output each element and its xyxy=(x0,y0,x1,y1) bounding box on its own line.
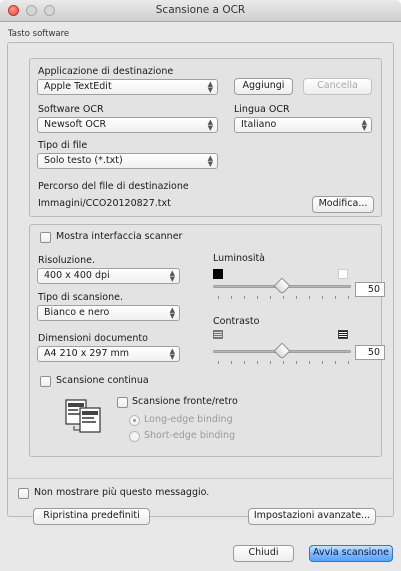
contrast-label: Contrasto xyxy=(213,316,260,327)
destination-app-label: Applicazione di destinazione xyxy=(38,66,174,77)
resolution-label: Risoluzione. xyxy=(38,255,95,266)
resolution-select[interactable]: 400 x 400 dpi ▲ ▼ xyxy=(37,268,180,284)
high-contrast-icon xyxy=(338,330,348,339)
select-arrows-icon: ▲ ▼ xyxy=(207,80,213,94)
long-edge-binding-label: Long-edge binding xyxy=(144,414,233,425)
dont-show-again-label: Non mostrare più questo messaggio. xyxy=(34,487,210,498)
ocr-software-value: Newsoft OCR xyxy=(44,119,107,130)
destination-path-label: Percorso del file di destinazione xyxy=(38,181,189,192)
ocr-software-select[interactable]: Newsoft OCR ▲ ▼ xyxy=(37,117,218,133)
select-arrows-icon: ▲ ▼ xyxy=(169,347,175,361)
ocr-language-select[interactable]: Italiano ▲ ▼ xyxy=(234,117,372,133)
file-type-select[interactable]: Solo testo (*.txt) ▲ ▼ xyxy=(37,153,218,169)
brightness-label: Luminosità xyxy=(213,253,266,264)
select-arrows-icon: ▲ ▼ xyxy=(207,154,213,168)
delete-button[interactable]: Cancella xyxy=(303,78,372,95)
modify-button[interactable]: Modifica... xyxy=(312,196,374,213)
add-button[interactable]: Aggiungi xyxy=(234,78,293,95)
select-arrows-icon: ▲ ▼ xyxy=(169,269,175,283)
short-edge-binding-radio[interactable] xyxy=(129,431,140,442)
destination-app-select[interactable]: Apple TextEdit ▲ ▼ xyxy=(37,79,218,95)
continuous-scan-label: Scansione continua xyxy=(56,375,149,386)
scan-type-select[interactable]: Bianco e nero ▲ ▼ xyxy=(37,305,180,321)
duplex-scan-label: Scansione fronte/retro xyxy=(132,396,238,407)
low-contrast-icon xyxy=(213,330,223,339)
advanced-settings-button[interactable]: Impostazioni avanzate... xyxy=(248,508,376,525)
duplex-scan-icon xyxy=(65,399,101,433)
ocr-software-label: Software OCR xyxy=(38,104,104,115)
restore-defaults-button[interactable]: Ripristina predefiniti xyxy=(33,508,150,525)
ocr-language-value: Italiano xyxy=(241,119,277,130)
dont-show-again-checkbox[interactable] xyxy=(18,488,29,499)
contrast-value-field[interactable]: 50 xyxy=(355,345,385,360)
title-bar: Scansione a OCR xyxy=(0,0,401,22)
window-title: Scansione a OCR xyxy=(155,4,246,16)
brightness-value-field[interactable]: 50 xyxy=(355,282,385,297)
destination-app-value: Apple TextEdit xyxy=(44,81,112,92)
close-button[interactable]: Chiudi xyxy=(233,545,294,562)
duplex-scan-checkbox[interactable] xyxy=(117,397,128,408)
show-scanner-interface-label: Mostra interfaccia scanner xyxy=(56,231,183,242)
document-size-label: Dimensioni documento xyxy=(38,333,148,344)
scan-type-value: Bianco e nero xyxy=(44,307,110,318)
software-tab-label: Tasto software xyxy=(8,29,70,39)
destination-path-value: Immagini/CCO20120827.txt xyxy=(38,198,171,209)
brightness-ticks xyxy=(218,296,349,300)
document-size-value: A4 210 x 297 mm xyxy=(44,348,130,359)
select-arrows-icon: ▲ ▼ xyxy=(361,118,367,132)
continuous-scan-checkbox[interactable] xyxy=(40,376,51,387)
select-arrows-icon: ▲ ▼ xyxy=(169,306,175,320)
footer-divider xyxy=(7,478,394,479)
select-arrows-icon: ▲ ▼ xyxy=(207,118,213,132)
contrast-ticks xyxy=(218,361,349,365)
file-type-value: Solo testo (*.txt) xyxy=(44,155,123,166)
ocr-language-label: Lingua OCR xyxy=(234,104,290,115)
dark-brightness-icon xyxy=(213,269,223,279)
start-scan-button[interactable]: Avvia scansione xyxy=(309,545,393,562)
file-type-label: Tipo di file xyxy=(38,140,88,151)
resolution-value: 400 x 400 dpi xyxy=(44,270,110,281)
scan-to-ocr-dialog: Scansione a OCR Tasto software Applicazi… xyxy=(0,0,401,571)
show-scanner-interface-checkbox[interactable] xyxy=(40,232,51,243)
document-size-select[interactable]: A4 210 x 297 mm ▲ ▼ xyxy=(37,346,180,362)
scan-type-label: Tipo di scansione. xyxy=(38,292,124,303)
light-brightness-icon xyxy=(338,269,348,279)
short-edge-binding-label: Short-edge binding xyxy=(144,430,236,441)
long-edge-binding-radio[interactable] xyxy=(129,415,140,426)
